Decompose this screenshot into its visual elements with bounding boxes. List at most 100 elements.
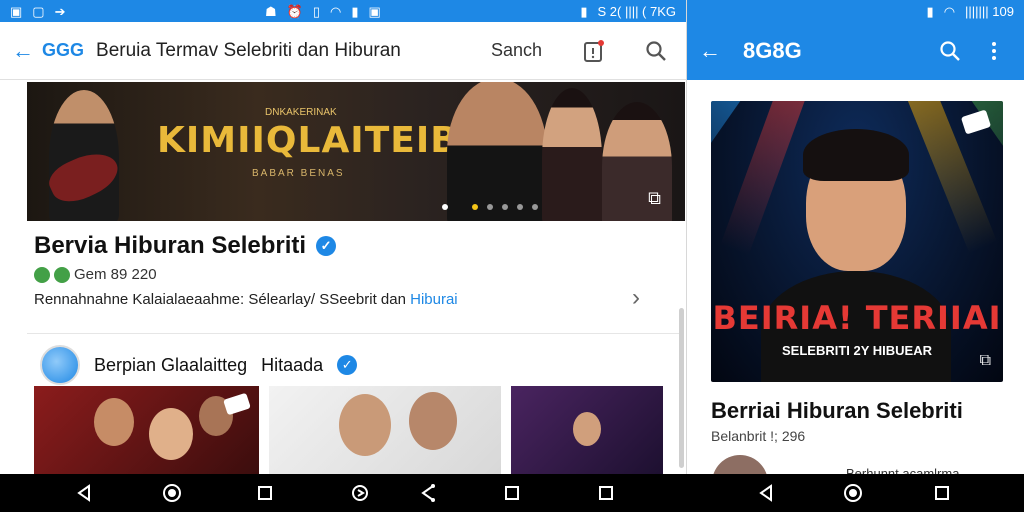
channel-description-link[interactable]: Hiburai — [410, 291, 458, 308]
status-text: S 2( |||| ( 7KG — [597, 3, 677, 19]
badge-icon — [54, 266, 70, 283]
stage-light — [720, 101, 811, 256]
status-right: ▮ ◠ ||||||| 109 — [927, 4, 1014, 19]
nav-back-button[interactable] — [746, 474, 786, 512]
channel-name: Bervia Hiburan Selebriti — [34, 232, 307, 259]
gallery-icon[interactable]: ⧉ — [980, 352, 991, 370]
video-thumbnail[interactable] — [511, 386, 663, 474]
channel-description-text: Rennahnahne Kalaialaeaahme: Sélearlay/ S… — [34, 291, 406, 308]
search-button[interactable] — [638, 33, 674, 69]
divider — [27, 333, 679, 334]
woman-face — [149, 408, 193, 460]
photo-icon: ▣ — [10, 3, 23, 19]
search-text-button[interactable]: Sanch — [491, 40, 542, 61]
back-arrow-icon[interactable]: ← — [699, 38, 729, 64]
search-icon — [646, 40, 666, 61]
app-bar: ← 8G8G — [687, 22, 1024, 80]
notification-icon — [584, 39, 604, 62]
system-nav-bar — [0, 474, 1024, 512]
woman-face — [573, 412, 601, 446]
badge-icon — [34, 266, 50, 283]
channel-meta: Gem 89 220 — [34, 266, 664, 283]
featured-card[interactable]: BEIRIA! TERIIAI SELEBRITI 2Y HIBUEAR ⧉ — [711, 101, 1003, 382]
man-face — [409, 392, 457, 450]
search-icon — [940, 41, 960, 61]
verified-check-icon: ✓ — [316, 236, 337, 256]
nav-recents-icon — [258, 486, 272, 500]
status-text: ||||||| 109 — [965, 3, 1014, 19]
channel-row-suffix: Hitaada — [261, 354, 324, 375]
carousel-dot[interactable] — [532, 204, 538, 210]
video-meta: Belanbrit !; 296 — [711, 428, 806, 444]
nav-recents-button[interactable] — [492, 474, 532, 512]
status-center-icons: ☗ ⏰ ▯ ◠ ▮ ▣ — [265, 5, 381, 18]
video-thumbnail[interactable] — [269, 386, 501, 474]
carousel-dot[interactable] — [487, 204, 493, 210]
nav-recents-icon — [935, 486, 949, 500]
carousel-dot[interactable] — [442, 204, 448, 210]
battery-icon: ▮ — [351, 3, 359, 19]
back-arrow-icon[interactable]: ← — [12, 38, 42, 64]
channel-row[interactable]: Berpian Glaalaitteg Hitaada ✓ — [40, 345, 358, 385]
app-logo: GGG — [42, 40, 85, 60]
wifi-icon: ◠ — [330, 3, 342, 19]
status-left-icons: ▣ ▢ ➔ — [10, 5, 66, 18]
card-subtitle: SELEBRITI 2Y HIBUEAR — [781, 343, 932, 358]
status-bar: ▣ ▢ ➔ ☗ ⏰ ▯ ◠ ▮ ▣ ▮ S 2( |||| ( 7KG — [0, 0, 686, 22]
carousel-dot[interactable] — [502, 204, 508, 210]
share-icon — [421, 484, 435, 502]
rotate-icon — [352, 485, 368, 501]
status-bar: ▮ ◠ ||||||| 109 — [687, 0, 1024, 22]
carousel-dots[interactable] — [442, 204, 538, 210]
carousel-dot-active[interactable] — [472, 204, 478, 210]
wifi-icon: ◠ — [943, 3, 956, 19]
tag-icon — [960, 109, 992, 135]
avatar — [40, 345, 80, 385]
verified-check-icon: ✓ — [337, 355, 358, 375]
person-hair — [803, 129, 909, 181]
android-icon: ☗ — [265, 3, 277, 19]
sim-icon: ▮ — [580, 3, 588, 19]
more-vert-icon — [992, 42, 996, 60]
nav-share-button[interactable] — [408, 474, 448, 512]
channel-row-name: Berpian Glaalaitteg — [94, 354, 248, 375]
square-icon: ▢ — [32, 3, 45, 19]
woman-figure-2 — [602, 102, 672, 221]
nav-home-button[interactable] — [152, 474, 192, 512]
nav-recents-button[interactable] — [922, 474, 962, 512]
more-button[interactable] — [976, 33, 1012, 69]
banner-subtitle: BABAR BENAS — [252, 168, 345, 179]
channel-info[interactable]: Bervia Hiburan Selebriti ✓ Gem 89 220 Re… — [34, 232, 664, 311]
nav-back-icon — [759, 484, 772, 502]
woman-figure-1 — [542, 88, 602, 221]
image-icon: ▣ — [368, 3, 381, 19]
woman-face — [339, 394, 391, 456]
scrollbar[interactable] — [679, 308, 684, 468]
channel-description: Rennahnahne Kalaialaeaahme: Sélearlay/ S… — [34, 291, 664, 308]
man-figure — [447, 82, 547, 221]
status-right: ▮ S 2( |||| ( 7KG — [580, 4, 676, 19]
notification-button[interactable] — [576, 33, 612, 69]
carousel-dot[interactable] — [517, 204, 523, 210]
video-title[interactable]: Berriai Hiburan Selebriti — [711, 398, 963, 424]
arrow-icon: ➔ — [54, 3, 66, 19]
nav-home-icon — [163, 484, 181, 502]
nav-back-icon — [77, 484, 90, 502]
page-title: Beruia Termav Selebriti dan Hiburan — [96, 39, 401, 61]
card-title: BEIRIA! TERIIAI — [712, 299, 1002, 337]
hero-banner[interactable]: DNKAKERINAK KIMIIQLAITEIBIAN BABAR BENAS… — [27, 82, 685, 221]
man-face — [94, 398, 134, 446]
gallery-icon[interactable]: ⧉ — [648, 188, 661, 209]
nav-recents-icon — [599, 486, 613, 500]
nav-home-button[interactable] — [833, 474, 873, 512]
video-thumbnail[interactable] — [34, 386, 259, 474]
chevron-right-icon[interactable]: › — [632, 284, 640, 312]
nav-recents-button[interactable] — [245, 474, 285, 512]
nav-back-button[interactable] — [64, 474, 104, 512]
nav-rotate-button[interactable] — [340, 474, 380, 512]
nav-recents-button[interactable] — [586, 474, 626, 512]
nav-home-icon — [844, 484, 862, 502]
search-button[interactable] — [932, 33, 968, 69]
channel-meta-text: Gem 89 220 — [74, 266, 157, 283]
left-screen: ▣ ▢ ➔ ☗ ⏰ ▯ ◠ ▮ ▣ ▮ S 2( |||| ( 7KG ← GG… — [0, 0, 686, 512]
